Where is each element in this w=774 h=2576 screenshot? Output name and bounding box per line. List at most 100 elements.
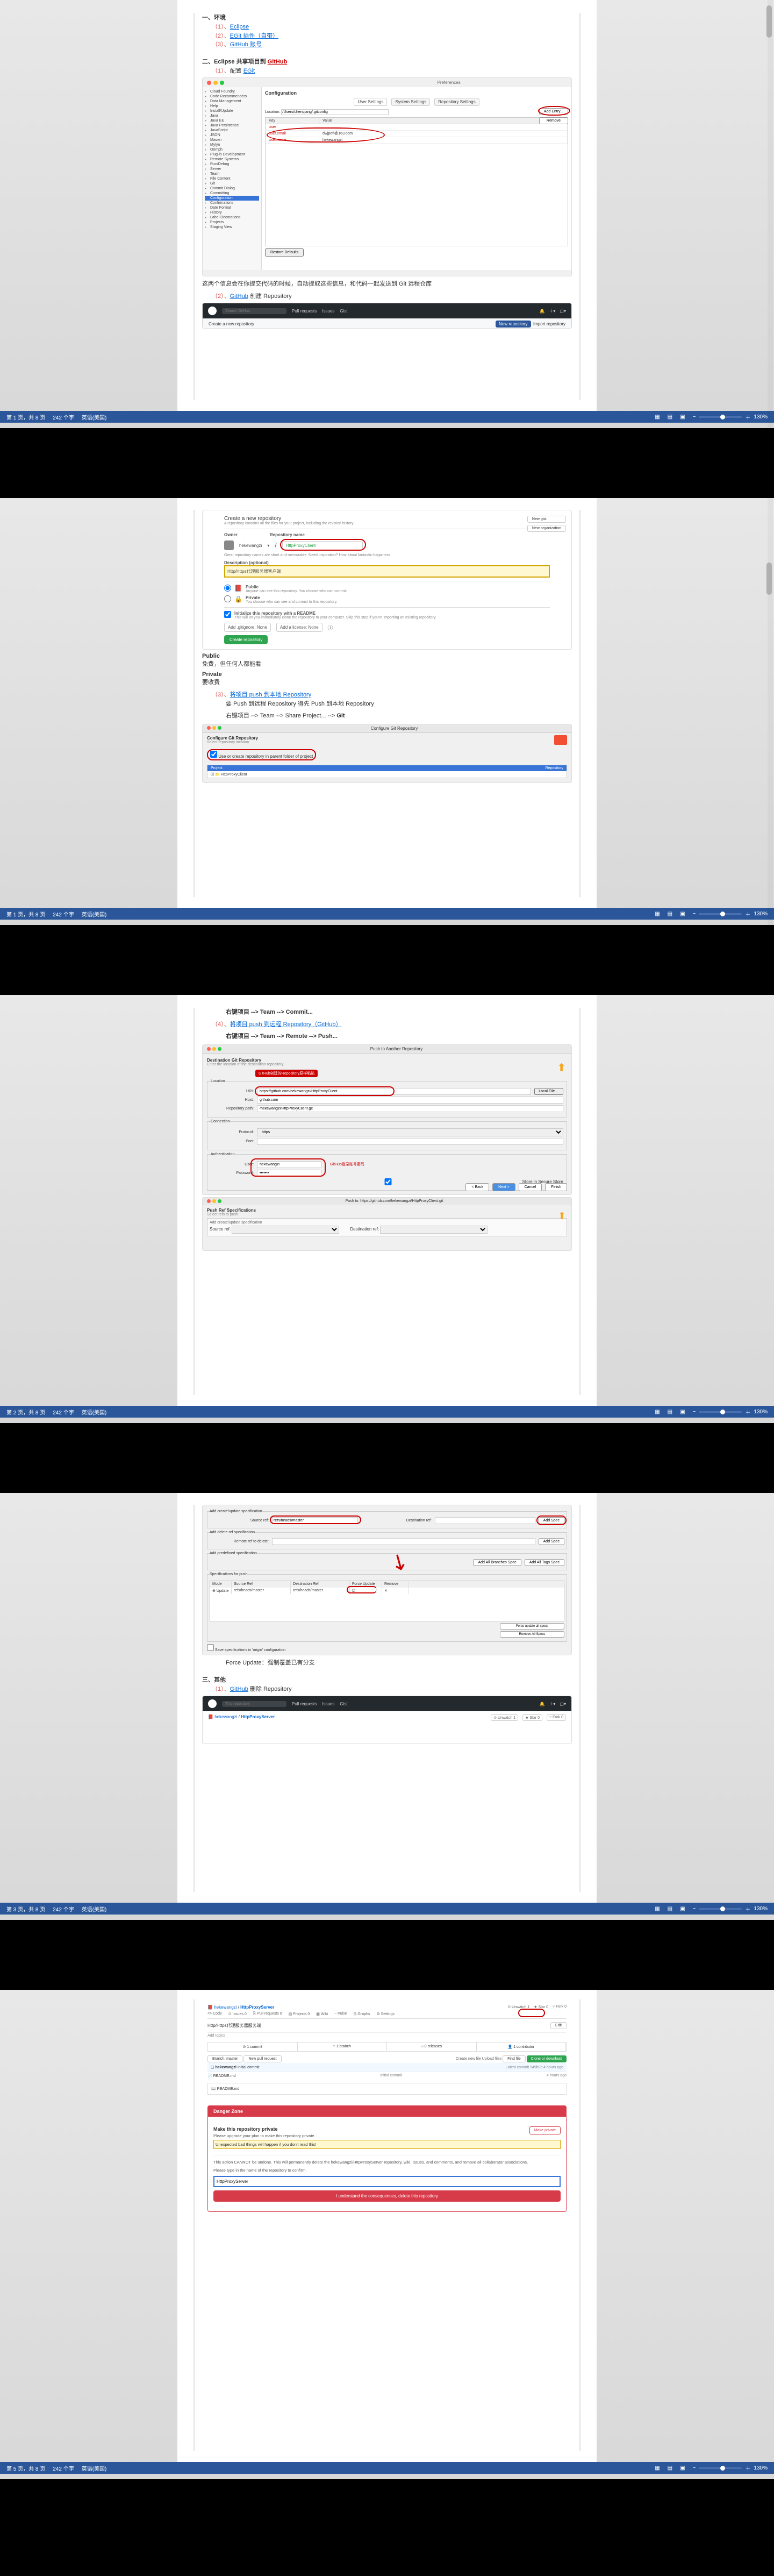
- github-logo-icon[interactable]: [208, 1699, 217, 1708]
- branch-select[interactable]: Branch: master: [207, 2055, 242, 2062]
- step-3-sub: 要 Push 到远程 Repository 得先 Push 到本地 Reposi…: [226, 700, 572, 709]
- description-input[interactable]: Http/Https代理服务器客户端: [224, 565, 550, 578]
- lock-icon: 🔒: [234, 595, 242, 603]
- github-link[interactable]: GitHub: [268, 59, 288, 65]
- all-tags-button[interactable]: Add All Tags Spec: [525, 1559, 564, 1566]
- git-logo-icon: [554, 735, 567, 745]
- figure-configure-git-repo: Configure Git Repository Configure Git R…: [202, 724, 572, 783]
- section-2-title: 二、Eclipse 共享项目到 GitHub: [202, 57, 572, 66]
- env-item-3: （3）、GitHub 账号: [212, 40, 572, 49]
- cancel-button[interactable]: Cancel: [519, 1183, 542, 1191]
- arrow-icon: ⬆: [558, 1211, 566, 1222]
- tab-issues[interactable]: ⊙ Issues 0: [228, 2012, 247, 2016]
- scrollbar[interactable]: [768, 498, 773, 925]
- figure-push-specs: Add create/update specification Source r…: [202, 1505, 572, 1655]
- arrow-icon: ⬆: [557, 1061, 566, 1074]
- private-radio[interactable]: [224, 595, 231, 602]
- tab-graphs[interactable]: ⊞ Graphs: [354, 2012, 370, 2016]
- owner-avatar[interactable]: [224, 540, 234, 550]
- protocol-select[interactable]: https: [257, 1128, 563, 1136]
- avatar-icon[interactable]: ▢▾: [560, 309, 566, 314]
- page-3: 右键项目 --> Team --> Commit... （4）、将项目 push…: [0, 995, 774, 1423]
- status-bar-4: 第 3 页，共 8 页242 个字英语(美国) ▦▤▣−＋130%: [0, 1903, 774, 1915]
- host-input[interactable]: [257, 1097, 563, 1104]
- danger-zone: Danger Zone Make private Make this repos…: [207, 2105, 567, 2212]
- force-all-button[interactable]: Force update all specs: [500, 1623, 564, 1629]
- figure-github-repo: Pull requestsIssuesGist 🔔＋▾▢▾ ⊙ Unwatch …: [202, 1696, 572, 1744]
- view-icon[interactable]: ▣: [680, 414, 685, 420]
- tab-pulse[interactable]: ~ Pulse: [334, 2012, 347, 2016]
- tab-user[interactable]: User Settings: [354, 98, 387, 106]
- remote-ref-input[interactable]: [272, 1538, 535, 1545]
- zoom-out[interactable]: −: [693, 414, 696, 420]
- make-private-button[interactable]: Make private: [529, 2126, 561, 2134]
- info-icon[interactable]: ⓘ: [328, 623, 333, 631]
- tab-settings[interactable]: ⚙ Settings: [376, 2012, 395, 2016]
- next-button[interactable]: Next >: [492, 1183, 515, 1191]
- env-item-1: （1）、Eclipse: [212, 23, 572, 32]
- tab-system[interactable]: System Settings: [391, 98, 430, 106]
- highlight-ring-2: [538, 106, 570, 116]
- back-button[interactable]: < Back: [465, 1183, 489, 1191]
- scrollbar[interactable]: [768, 0, 773, 428]
- figure-create-repo: New gistNew organization Create a new re…: [202, 510, 572, 650]
- clone-button[interactable]: Clone or download: [527, 2055, 567, 2062]
- public-radio[interactable]: [224, 585, 231, 592]
- tab-projects[interactable]: ▤ Projects 0: [289, 2012, 310, 2016]
- init-readme-check[interactable]: [224, 611, 231, 618]
- tab-code[interactable]: <> Code: [207, 2012, 222, 2016]
- all-branches-button[interactable]: Add All Branches Spec: [473, 1559, 521, 1566]
- new-repo-button[interactable]: New repository: [496, 321, 531, 328]
- parent-folder-check[interactable]: [210, 751, 217, 758]
- highlight-ring: [518, 2009, 545, 2017]
- tab-repo[interactable]: Repository Settings: [434, 98, 479, 106]
- env-item-2: （2）、EGit 插件（自带）: [212, 32, 572, 41]
- restore-button[interactable]: Restore Defaults: [265, 248, 304, 257]
- document-page-4: Add create/update specification Source r…: [177, 1493, 597, 1903]
- private-text: 要收费: [202, 678, 572, 686]
- view-icon[interactable]: ▤: [668, 414, 672, 420]
- edit-button[interactable]: Edit: [550, 2022, 567, 2029]
- github-logo-icon[interactable]: [208, 307, 217, 315]
- delete-repo-button[interactable]: I understand the consequences, delete th…: [213, 2190, 561, 2202]
- view-icon[interactable]: ▦: [655, 414, 660, 420]
- bell-icon[interactable]: 🔔: [539, 309, 544, 314]
- new-pr-button[interactable]: New pull request: [243, 2055, 281, 2062]
- remove-button[interactable]: Remove: [539, 117, 568, 124]
- local-file-button[interactable]: Local File ...: [534, 1088, 563, 1095]
- create-repo-button[interactable]: Create repository: [224, 635, 268, 644]
- add-spec-button-2[interactable]: Add Spec: [539, 1538, 564, 1545]
- highlight-ring: [267, 127, 385, 143]
- tab-wiki[interactable]: ▦ Wiki: [316, 2012, 328, 2016]
- step-2: （2）、GitHub 创建 Repository: [212, 292, 572, 301]
- dest-ref-select[interactable]: [380, 1226, 488, 1234]
- location-input[interactable]: [281, 109, 389, 115]
- pref-main: Configuration User Settings System Setti…: [262, 87, 571, 270]
- s3-step-1: （1）、GitHub 删除 Repository: [212, 1685, 572, 1694]
- remove-all-button[interactable]: Remove All Specs: [500, 1631, 564, 1638]
- github-search[interactable]: [222, 1701, 286, 1707]
- tab-prs[interactable]: ⎘ Pull requests 0: [253, 2012, 282, 2016]
- plus-icon[interactable]: ＋▾: [549, 308, 555, 314]
- step-1: （1）、配置 EGit: [212, 67, 572, 76]
- figure-github-header: Pull requestsIssuesGist 🔔＋▾▢▾ Create a n…: [202, 303, 572, 329]
- public-heading: Public: [202, 653, 572, 659]
- lang-indicator[interactable]: 英语(美国): [82, 413, 107, 421]
- status-bar-1: 第 1 页，共 8 页242 个字英语(美国) ▦▤▣−＋130%: [0, 411, 774, 423]
- zoom-in[interactable]: ＋: [745, 413, 750, 421]
- section-1-title: 一、环境: [202, 13, 572, 22]
- create-repo-title: Create a new repository: [209, 322, 254, 326]
- confirm-repo-input[interactable]: [213, 2176, 561, 2187]
- zoom-slider[interactable]: [699, 416, 742, 418]
- save-config-check[interactable]: [207, 1644, 214, 1651]
- document-page-2: New gistNew organization Create a new re…: [177, 498, 597, 908]
- github-search[interactable]: [222, 308, 286, 314]
- pref-sidebar[interactable]: Cloud FoundryCode RecommendersData Manag…: [203, 87, 262, 270]
- dest-ref-input[interactable]: [435, 1517, 535, 1524]
- step-4: （4）、将项目 push 到远程 Repository（GitHub）: [212, 1020, 572, 1029]
- repo-icon: 📕: [234, 585, 242, 592]
- repo-path-input[interactable]: [257, 1105, 563, 1112]
- finish-button[interactable]: Finish: [545, 1183, 567, 1191]
- source-ref-select[interactable]: [232, 1226, 339, 1234]
- port-input[interactable]: [257, 1138, 563, 1145]
